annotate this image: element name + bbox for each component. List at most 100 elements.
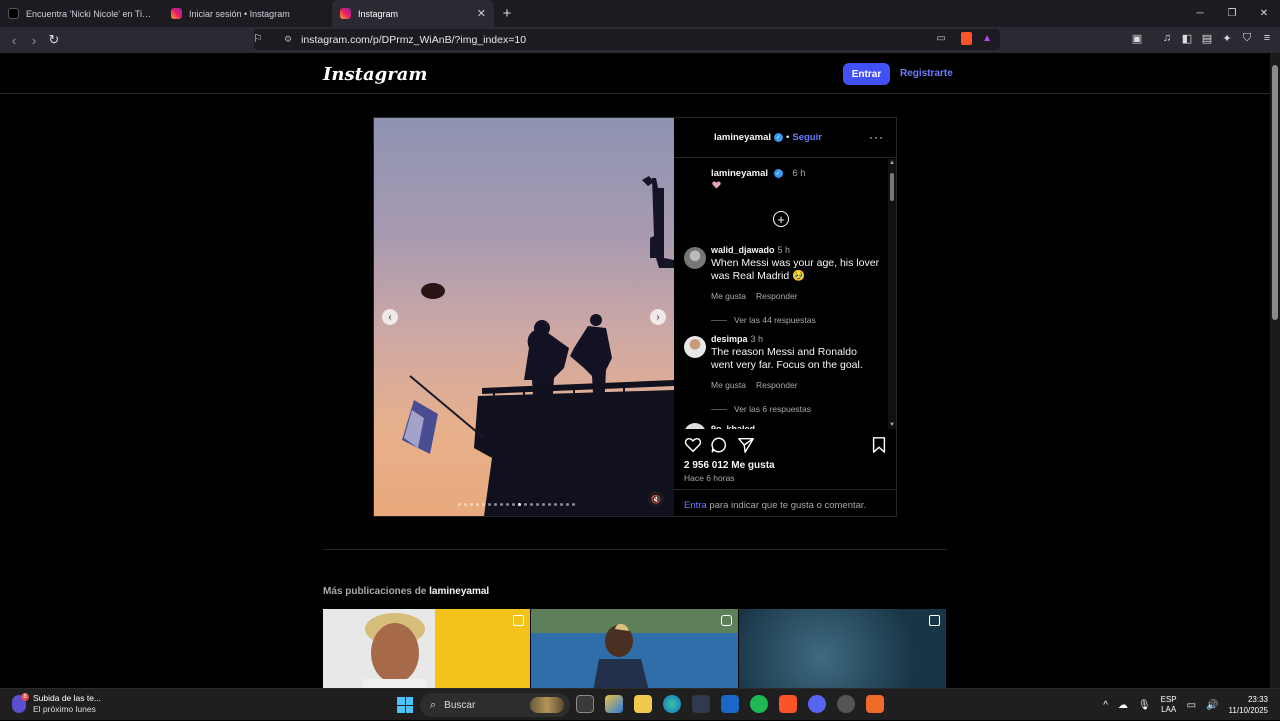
login-button[interactable]: Entrar <box>843 63 890 85</box>
store-icon[interactable] <box>692 695 710 713</box>
share-icon[interactable] <box>737 436 755 454</box>
edge-icon[interactable] <box>663 695 681 713</box>
avatar[interactable] <box>684 247 706 269</box>
more-options-icon[interactable]: ··· <box>869 130 884 144</box>
view-replies-button[interactable]: Ver las 6 respuestas <box>711 404 881 414</box>
comment-author[interactable]: 9o_khaled <box>711 424 755 429</box>
post-header: lamineyamal ✓ • Seguir ··· <box>674 118 896 158</box>
bookmark-icon[interactable]: ⚐ <box>253 32 263 45</box>
page-scrollbar[interactable] <box>1270 53 1280 688</box>
file-explorer-icon[interactable] <box>634 695 652 713</box>
post-author[interactable]: lamineyamal <box>714 132 771 143</box>
previous-slide-button[interactable]: ‹ <box>382 309 398 325</box>
carousel-dot <box>464 503 467 506</box>
app-icon[interactable] <box>837 695 855 713</box>
save-bookmark-icon[interactable] <box>870 436 888 454</box>
more-posts-author[interactable]: lamineyamal <box>429 586 489 597</box>
tab-label: Encuentra 'Nicki Nicole' en TikTok | B <box>26 8 155 19</box>
comment-reply-button[interactable]: Responder <box>756 380 798 390</box>
task-view-icon[interactable] <box>576 695 594 713</box>
cloud-icon[interactable]: ☁ <box>1118 700 1128 711</box>
outlook-icon[interactable] <box>721 695 739 713</box>
maximize-icon[interactable]: ❐ <box>1216 0 1248 27</box>
carousel-dot <box>470 503 473 506</box>
taskbar-search[interactable]: ⌕ Buscar <box>420 693 570 717</box>
carousel-dot <box>506 503 509 506</box>
mute-icon[interactable]: 🔇 <box>648 491 664 507</box>
media-icon[interactable]: ♫ <box>1160 31 1174 45</box>
minimize-icon[interactable]: ─ <box>1184 0 1216 27</box>
next-slide-button[interactable]: › <box>650 309 666 325</box>
app-icon[interactable] <box>866 695 884 713</box>
scrollbar-thumb[interactable] <box>890 173 894 201</box>
post-thumbnail[interactable] <box>739 609 946 688</box>
comment-reply-button[interactable]: Responder <box>756 291 798 301</box>
post-thumbnail[interactable] <box>323 609 530 688</box>
instagram-logo[interactable]: Instagram <box>323 64 427 85</box>
forward-icon[interactable]: › <box>24 30 44 50</box>
sidebar-icon[interactable]: ◧ <box>1180 31 1194 45</box>
comment-like-button[interactable]: Me gusta <box>711 380 746 390</box>
carousel-dot <box>530 503 533 506</box>
brave-icon[interactable] <box>779 695 797 713</box>
scroll-down-icon[interactable]: ▼ <box>889 422 895 428</box>
tab-instagram-login[interactable]: Iniciar sesión • Instagram <box>163 0 326 27</box>
discord-icon[interactable] <box>808 695 826 713</box>
separator-dot: • <box>786 132 790 143</box>
windows-start-icon[interactable] <box>397 697 413 713</box>
comment-author[interactable]: walid_djawado <box>711 245 775 255</box>
menu-icon[interactable]: ≡ <box>1260 31 1274 45</box>
add-comment-icon[interactable]: + <box>773 211 789 227</box>
divider <box>323 549 947 550</box>
cast-icon[interactable]: ▭ <box>937 33 946 44</box>
like-heart-icon[interactable] <box>684 436 702 454</box>
tab-instagram[interactable]: Instagram ✕ <box>332 0 494 27</box>
avatar[interactable] <box>684 336 706 358</box>
scroll-up-icon[interactable]: ▲ <box>889 160 895 166</box>
spotify-icon[interactable] <box>750 695 768 713</box>
scrollbar-thumb[interactable] <box>1272 65 1278 320</box>
clock[interactable]: 23:33 11/10/2025 <box>1229 694 1268 716</box>
comment-time: 5 h <box>777 245 791 255</box>
signup-link[interactable]: Registrarte <box>900 68 953 79</box>
comment-author[interactable]: desimpa <box>711 334 748 344</box>
avatar[interactable] <box>684 423 706 429</box>
comments-scrollbar[interactable]: ▲ ▼ <box>888 159 896 429</box>
carousel-dot <box>494 503 497 506</box>
rewards-icon[interactable]: ▲ <box>982 33 992 44</box>
back-icon[interactable]: ‹ <box>4 30 24 50</box>
carousel-dot <box>500 503 503 506</box>
volume-icon[interactable]: 🔊 <box>1206 700 1218 711</box>
vpn-icon[interactable]: ⛉ <box>1240 31 1254 45</box>
new-tab-button[interactable]: + <box>494 0 520 27</box>
chevron-up-icon[interactable]: ^ <box>1103 700 1108 711</box>
address-bar[interactable]: ⚐ ⚙ instagram.com/p/DPrmz_WiAnB/?img_ind… <box>253 29 1000 50</box>
close-window-icon[interactable]: ✕ <box>1248 0 1280 27</box>
brave-shield-icon[interactable] <box>961 32 972 45</box>
follow-button[interactable]: Seguir <box>792 132 822 143</box>
page-content: Instagram Entrar Registrarte ‹ › 🔇 lamin… <box>0 53 1270 688</box>
comment-icon[interactable] <box>710 436 728 454</box>
network-icon[interactable]: ▭ <box>1187 700 1196 711</box>
post-thumbnail[interactable] <box>531 609 738 688</box>
tab-tiktok[interactable]: Encuentra 'Nicki Nicole' en TikTok | B <box>0 0 163 27</box>
comment-like-button[interactable]: Me gusta <box>711 291 746 301</box>
carousel-dot <box>536 503 539 506</box>
reload-icon[interactable]: ↻ <box>44 30 64 50</box>
copilot-icon[interactable] <box>605 695 623 713</box>
view-replies-label: Ver las 44 respuestas <box>734 315 816 325</box>
login-link[interactable]: Entra <box>684 500 707 511</box>
post-media: ‹ › 🔇 <box>374 118 674 516</box>
likes-count[interactable]: 2 956 012 Me gusta <box>684 460 775 471</box>
wallet-icon[interactable]: ▤ <box>1200 31 1214 45</box>
site-info-icon[interactable]: ⚙ <box>284 34 292 45</box>
leo-icon[interactable]: ✦ <box>1220 31 1234 45</box>
caption-author[interactable]: lamineyamal <box>711 168 768 179</box>
reader-icon[interactable]: ▣ <box>1130 31 1144 45</box>
close-tab-icon[interactable]: ✕ <box>477 7 486 20</box>
microphone-icon[interactable]: 🎙 <box>1138 700 1151 711</box>
view-replies-button[interactable]: Ver las 44 respuestas <box>711 315 881 325</box>
widget-title: Subida de las te... <box>33 693 102 703</box>
carousel-dot <box>548 503 551 506</box>
language-indicator[interactable]: ESP LAA <box>1161 695 1177 715</box>
